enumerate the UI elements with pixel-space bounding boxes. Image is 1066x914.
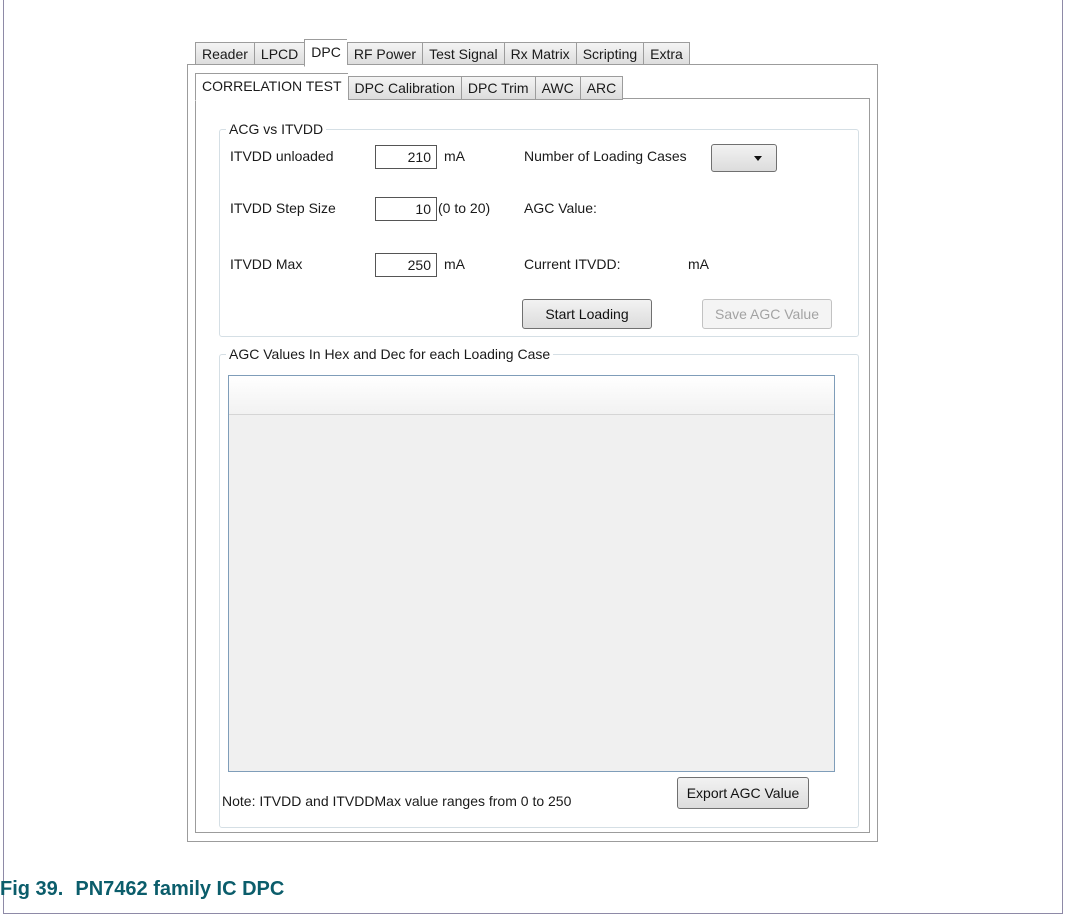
step-size-input[interactable]: 10 [375, 197, 437, 221]
step-size-label: ITVDD Step Size [230, 200, 336, 216]
acg-vs-itvdd-group: ACG vs ITVDD ITVDD unloaded 210 mA Numbe… [219, 120, 859, 337]
agc-values-grid[interactable] [228, 375, 835, 772]
loading-cases-label: Number of Loading Cases [524, 148, 687, 164]
tab-dpc[interactable]: DPC [304, 39, 347, 67]
tab-extra[interactable]: Extra [643, 42, 690, 66]
itvdd-max-unit: mA [444, 256, 465, 272]
current-itvdd-label: Current ITVDD: [524, 256, 621, 272]
itvdd-unloaded-input[interactable]: 210 [375, 145, 437, 169]
tab-reader[interactable]: Reader [195, 42, 254, 66]
itvdd-unloaded-label: ITVDD unloaded [230, 148, 334, 164]
tab-arc[interactable]: ARC [579, 76, 624, 100]
save-agc-value-button[interactable]: Save AGC Value [702, 299, 832, 329]
sub-tab-bar: CORRELATION TEST DPC Calibration DPC Tri… [195, 73, 624, 101]
loading-cases-dropdown[interactable] [711, 144, 777, 172]
tab-test-signal[interactable]: Test Signal [422, 42, 504, 66]
tab-awc[interactable]: AWC [534, 76, 580, 100]
current-itvdd-unit: mA [688, 256, 709, 272]
acg-vs-itvdd-title: ACG vs ITVDD [226, 120, 327, 138]
step-size-range: (0 to 20) [438, 200, 491, 216]
agc-values-group: AGC Values In Hex and Dec for each Loadi… [219, 345, 859, 828]
tab-rf-power[interactable]: RF Power [346, 42, 423, 66]
figure-title: PN7462 family IC DPC [75, 878, 285, 900]
itvdd-unloaded-unit: mA [444, 148, 465, 164]
figure-caption: Fig 39. PN7462 family IC DPC [0, 878, 284, 901]
tab-rx-matrix[interactable]: Rx Matrix [503, 42, 576, 66]
agc-value-label: AGC Value: [524, 200, 597, 216]
range-note: Note: ITVDD and ITVDDMax value ranges fr… [222, 793, 572, 809]
tab-correlation-test[interactable]: CORRELATION TEST [195, 73, 348, 101]
grid-header [229, 376, 834, 415]
top-tab-bar: Reader LPCD DPC RF Power Test Signal Rx … [195, 39, 690, 67]
itvdd-max-label: ITVDD Max [230, 256, 303, 272]
correlation-test-panel: ACG vs ITVDD ITVDD unloaded 210 mA Numbe… [195, 98, 870, 833]
tab-lpcd[interactable]: LPCD [253, 42, 305, 66]
tab-dpc-trim[interactable]: DPC Trim [460, 76, 535, 100]
app-window: Reader LPCD DPC RF Power Test Signal Rx … [187, 35, 878, 842]
start-loading-button[interactable]: Start Loading [522, 299, 652, 329]
figure-number: Fig 39. [0, 878, 64, 900]
itvdd-max-input[interactable]: 250 [375, 253, 437, 277]
tab-scripting[interactable]: Scripting [575, 42, 644, 66]
tab-dpc-calibration[interactable]: DPC Calibration [347, 76, 461, 100]
agc-values-title: AGC Values In Hex and Dec for each Loadi… [226, 345, 554, 363]
chevron-down-icon [754, 156, 762, 161]
export-agc-value-button[interactable]: Export AGC Value [677, 777, 809, 809]
